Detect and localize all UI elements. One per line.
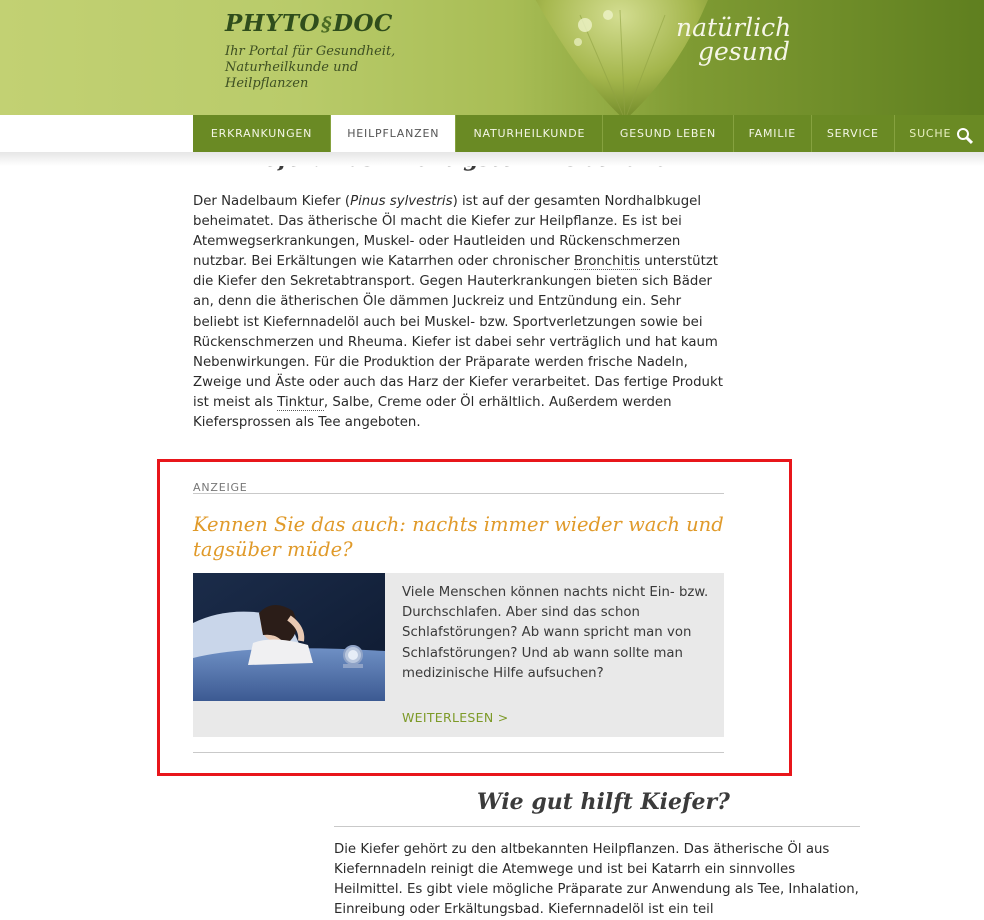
ad-divider-top [193,493,724,494]
ad-image-sleepless-woman[interactable] [193,573,385,701]
section-heading-effectiveness: Wie gut hilft Kiefer? [477,789,730,815]
slogan-line-2: gesund [698,37,790,66]
nav-item-gesund-leben[interactable]: GESUND LEBEN [603,115,734,152]
latin-name: Pinus sylvestris [350,194,453,209]
search-icon [957,127,970,140]
para1-text-a: Der Nadelbaum Kiefer ( [193,194,351,209]
ad-title-link[interactable]: Kennen Sie das auch: nachts immer wieder… [193,512,733,562]
nav-item-familie[interactable]: FAMILIE [734,115,813,152]
nav-shadow [0,152,984,166]
glossary-link-bronchitis[interactable]: Bronchitis [573,254,641,271]
nav-item-erkrankungen[interactable]: ERKRANKUNGEN [193,115,332,152]
article-paragraph-overview: Der Nadelbaum Kiefer (Pinus sylvestris) … [193,192,728,433]
nav-item-service[interactable]: SERVICE [812,115,895,152]
section-heading-underline [334,826,860,827]
site-tagline: Ihr Portal für Gesundheit, Naturheilkund… [225,44,396,91]
nav-search-label: SUCHE [909,127,952,140]
ad-read-more-link[interactable]: WEITERLESEN > [402,710,509,725]
article-paragraph-effectiveness: Die Kiefer gehört zu den altbekannten He… [334,842,859,918]
main-navigation: ERKRANKUNGEN HEILPFLANZEN NATURHEILKUNDE… [193,115,984,152]
logo-text-doc: DOC [333,10,393,37]
nav-search-button[interactable]: SUCHE [895,115,984,152]
caduceus-icon: § [321,12,333,36]
site-logo[interactable]: PHYTO§DOC [225,10,393,37]
sleepless-woman-illustration [193,573,385,701]
logo-text-phyto: PHYTO [225,10,321,37]
site-header: PHYTO§DOC Ihr Portal für Gesundheit, Nat… [0,0,984,115]
ad-divider-bottom [193,752,724,753]
glossary-link-tinktur[interactable]: Tinktur [277,394,324,411]
nav-item-naturheilkunde[interactable]: NATURHEILKUNDE [456,115,604,152]
site-slogan: natürlich gesund [676,15,791,66]
nav-item-heilpflanzen[interactable]: HEILPFLANZEN [331,115,457,152]
ad-teaser-text: Viele Menschen können nachts nicht Ein- … [402,585,709,681]
para1-text-c: unterstützt die Kiefer den Sekretabtrans… [193,254,723,410]
